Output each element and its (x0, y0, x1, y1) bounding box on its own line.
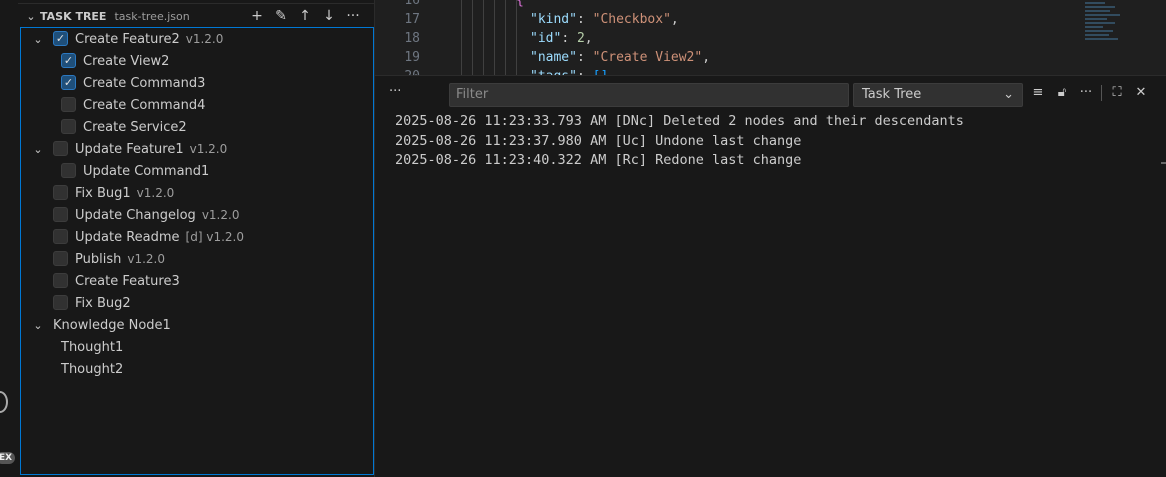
tree-item-label: Fix Bug2 (75, 295, 131, 311)
view-title: TASK TREE (40, 9, 107, 23)
tree-item[interactable]: Create Service2 (21, 116, 373, 138)
extension-badge[interactable]: EX (0, 452, 16, 464)
tree-item-description: v1.2.0 (185, 31, 224, 46)
checkbox[interactable] (61, 119, 76, 134)
checkbox[interactable] (53, 207, 68, 222)
divider (1101, 85, 1102, 101)
checkbox[interactable]: ✓ (61, 75, 76, 90)
scrollbar[interactable] (1161, 162, 1166, 164)
output-panel: ··· Filter Task Tree ⌄ ≡ 🔓︎ ··· ⛶ ✕ 2025… (375, 75, 1166, 477)
tree-item-label: Update Changelog (75, 207, 196, 223)
output-log: 2025-08-26 11:23:33.793 AM [DNc] Deleted… (395, 112, 964, 171)
tree-item[interactable]: ✓ Create View2 (21, 50, 373, 72)
minimap[interactable] (1085, 0, 1125, 60)
code-line: { (516, 0, 524, 8)
checkbox[interactable] (53, 273, 68, 288)
tree-item-label: Create Command3 (83, 75, 206, 91)
checkbox[interactable] (53, 141, 68, 156)
tree-item[interactable]: ⌄ ✓ Create Feature2 v1.2.0 (21, 28, 373, 50)
checkbox[interactable] (61, 163, 76, 178)
tree-item-label: Create Service2 (83, 119, 187, 135)
log-line: 2025-08-26 11:23:37.980 AM [Uc] Undone l… (395, 132, 802, 149)
code-line: "id": 2, (530, 31, 593, 46)
checkbox[interactable] (53, 185, 68, 200)
panel-more-icon[interactable]: ··· (389, 84, 401, 99)
move-up-icon[interactable]: ↑ (296, 8, 314, 24)
tree-item[interactable]: ⌄ Update Feature1 v1.2.0 (21, 138, 373, 160)
filter-input[interactable]: Filter (449, 83, 849, 107)
chevron-down-icon[interactable]: ⌄ (22, 10, 40, 23)
tree-item-label: Publish (75, 251, 122, 267)
tree-item[interactable]: Create Command4 (21, 94, 373, 116)
tree-item-label: Thought2 (61, 361, 124, 377)
code-line: "name": "Create View2", (530, 50, 711, 65)
tree-item-label: Knowledge Node1 (53, 317, 171, 333)
tree-item[interactable]: Update Changelog v1.2.0 (21, 204, 373, 226)
checkbox[interactable]: ✓ (61, 53, 76, 68)
account-icon[interactable] (0, 391, 8, 413)
tree-item-label: Create Feature3 (75, 273, 180, 289)
tree-item[interactable]: Fix Bug1 v1.2.0 (21, 182, 373, 204)
tree-item[interactable]: Thought1 (21, 336, 373, 358)
line-number: 18 (404, 31, 420, 46)
tree-item-label: Fix Bug1 (75, 185, 131, 201)
tree-item-label: Update Feature1 (75, 141, 184, 157)
tree-item-label: Create Command4 (83, 97, 206, 113)
line-number: 17 (404, 12, 420, 27)
tree-item-label: Update Readme (75, 229, 180, 245)
channel-select[interactable]: Task Tree ⌄ (853, 83, 1023, 107)
tree-item[interactable]: Thought2 (21, 358, 373, 380)
chevron-down-icon: ⌄ (1003, 87, 1014, 102)
tree-item-description: v1.2.0 (127, 251, 165, 266)
edit-icon[interactable]: ✎ (272, 8, 290, 24)
view-file: task-tree.json (114, 9, 190, 23)
log-line: 2025-08-26 11:23:33.793 AM [DNc] Deleted… (395, 113, 964, 129)
clear-output-icon[interactable]: ≡ (1029, 85, 1047, 101)
activity-bar: EX (0, 0, 18, 477)
tree-item-description: v1.2.0 (189, 141, 228, 156)
chevron-down-icon[interactable]: ⌄ (31, 319, 45, 332)
code-line: "kind": "Checkbox", (530, 12, 679, 27)
tree-item[interactable]: Publish v1.2.0 (21, 248, 373, 270)
move-down-icon[interactable]: ↓ (320, 8, 338, 24)
lock-scroll-icon[interactable]: 🔓︎ (1053, 85, 1071, 101)
channel-value: Task Tree (862, 87, 922, 102)
tree-item-label: Create Feature2 (75, 31, 180, 47)
add-icon[interactable]: + (248, 8, 266, 24)
checkbox[interactable] (53, 251, 68, 266)
view-header[interactable]: ⌄ TASK TREE task-tree.json + ✎ ↑ ↓ ··· (18, 5, 374, 27)
log-line: 2025-08-26 11:23:40.322 AM [Rc] Redone l… (395, 152, 802, 168)
checkbox[interactable] (53, 229, 68, 244)
checkbox[interactable]: ✓ (53, 31, 68, 46)
tree-item-description: v1.2.0 (201, 207, 240, 222)
close-icon[interactable]: ✕ (1132, 85, 1150, 101)
checkbox[interactable] (53, 295, 68, 310)
tree-item[interactable]: Create Feature3 (21, 270, 373, 292)
task-tree-view: ⌄ TASK TREE task-tree.json + ✎ ↑ ↓ ··· ⌄… (18, 0, 375, 477)
tree-item-label: Update Command1 (83, 163, 210, 179)
more-icon[interactable]: ··· (1077, 85, 1095, 101)
tree-item[interactable]: Fix Bug2 (21, 292, 373, 314)
tree-item-description: [d] v1.2.0 (185, 229, 244, 244)
checkbox[interactable] (61, 97, 76, 112)
maximize-icon[interactable]: ⛶ (1108, 85, 1126, 101)
tree-item[interactable]: Update Command1 (21, 160, 373, 182)
line-number: 19 (404, 50, 420, 65)
more-actions-icon[interactable]: ··· (344, 8, 362, 24)
tree-item[interactable]: ⌄ Knowledge Node1 (21, 314, 373, 336)
tree-item-label: Thought1 (61, 339, 124, 355)
tree-item[interactable]: Update Readme [d] v1.2.0 (21, 226, 373, 248)
tree-item-label: Create View2 (83, 53, 170, 69)
line-number: 16 (404, 0, 420, 8)
code-editor[interactable]: 16 {17 "kind": "Checkbox", 18 "id": 2, 19 "nam… (375, 0, 1166, 84)
chevron-down-icon[interactable]: ⌄ (31, 143, 45, 156)
tree-item-description: v1.2.0 (136, 185, 175, 200)
task-tree: ⌄ ✓ Create Feature2 v1.2.0 ✓ Create View2 ✓ Cre… (20, 27, 374, 475)
chevron-down-icon[interactable]: ⌄ (31, 33, 45, 46)
tree-item[interactable]: ✓ Create Command3 (21, 72, 373, 94)
